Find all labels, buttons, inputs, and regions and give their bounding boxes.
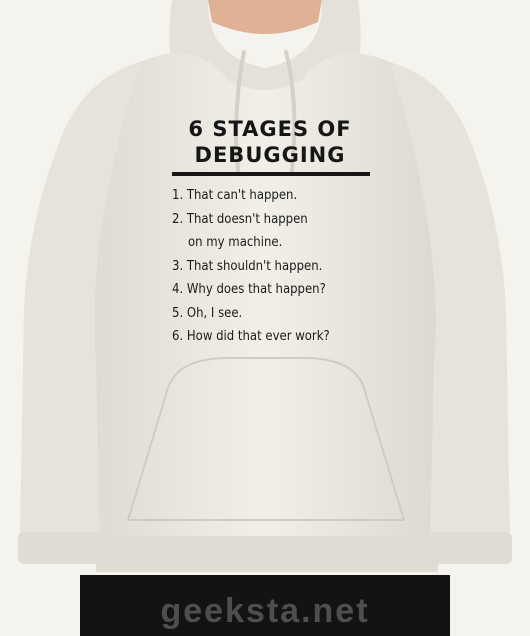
print-title: 6 STAGES OF DEBUGGING: [150, 116, 390, 168]
stage-item: 3. That shouldn't happen.: [172, 255, 390, 279]
stage-item: 4. Why does that happen?: [172, 278, 390, 302]
stage-text: 3. That shouldn't happen.: [172, 258, 323, 274]
right-cuff: [428, 532, 512, 564]
stage-item: 6. How did that ever work?: [172, 325, 390, 349]
stage-text: 6. How did that ever work?: [172, 329, 330, 344]
stage-text: 2. That doesn't happen: [172, 211, 308, 227]
product-photo-scene: 6 STAGES OF DEBUGGING 1. That can't happ…: [0, 0, 530, 636]
waistband: [96, 536, 438, 572]
left-cuff: [18, 532, 102, 564]
stage-item: 1. That can't happen.: [172, 184, 390, 208]
print-title-line2: DEBUGGING: [194, 143, 346, 167]
print-title-line1: 6 STAGES OF: [188, 117, 352, 141]
shirt-print: 6 STAGES OF DEBUGGING 1. That can't happ…: [150, 116, 390, 349]
stage-item: 5. Oh, I see.: [172, 302, 390, 326]
stage-text: 1. That can't happen.: [172, 188, 298, 203]
stage-item: 2. That doesn't happen on my machine.: [172, 208, 390, 255]
stages-list: 1. That can't happen. 2. That doesn't ha…: [150, 184, 390, 349]
stage-text: 4. Why does that happen?: [172, 282, 326, 297]
title-underline: [172, 172, 370, 176]
stage-text: 5. Oh, I see.: [172, 305, 243, 321]
stage-continuation: on my machine.: [188, 235, 283, 250]
watermark: geeksta.net: [160, 592, 370, 630]
